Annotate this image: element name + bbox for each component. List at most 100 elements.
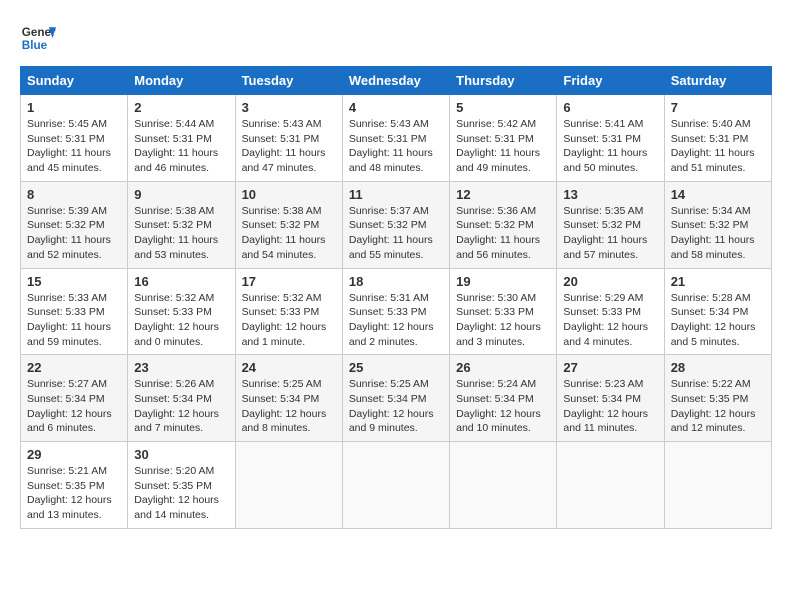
calendar-cell: 26 Sunrise: 5:24 AMSunset: 5:34 PMDaylig…	[450, 355, 557, 442]
calendar-cell: 8 Sunrise: 5:39 AMSunset: 5:32 PMDayligh…	[21, 181, 128, 268]
day-number: 17	[242, 274, 336, 289]
day-number: 16	[134, 274, 228, 289]
day-info: Sunrise: 5:27 AMSunset: 5:34 PMDaylight:…	[27, 378, 112, 434]
day-info: Sunrise: 5:40 AMSunset: 5:31 PMDaylight:…	[671, 118, 755, 174]
day-info: Sunrise: 5:32 AMSunset: 5:33 PMDaylight:…	[134, 292, 219, 348]
day-info: Sunrise: 5:26 AMSunset: 5:34 PMDaylight:…	[134, 378, 219, 434]
day-number: 27	[563, 360, 657, 375]
calendar-week-row: 22 Sunrise: 5:27 AMSunset: 5:34 PMDaylig…	[21, 355, 772, 442]
day-info: Sunrise: 5:35 AMSunset: 5:32 PMDaylight:…	[563, 205, 647, 261]
day-number: 25	[349, 360, 443, 375]
calendar-cell: 18 Sunrise: 5:31 AMSunset: 5:33 PMDaylig…	[342, 268, 449, 355]
calendar-cell: 2 Sunrise: 5:44 AMSunset: 5:31 PMDayligh…	[128, 95, 235, 182]
day-info: Sunrise: 5:38 AMSunset: 5:32 PMDaylight:…	[134, 205, 218, 261]
calendar-cell: 17 Sunrise: 5:32 AMSunset: 5:33 PMDaylig…	[235, 268, 342, 355]
day-info: Sunrise: 5:20 AMSunset: 5:35 PMDaylight:…	[134, 465, 219, 521]
weekday-header-sunday: Sunday	[21, 67, 128, 95]
calendar-cell: 21 Sunrise: 5:28 AMSunset: 5:34 PMDaylig…	[664, 268, 771, 355]
day-info: Sunrise: 5:29 AMSunset: 5:33 PMDaylight:…	[563, 292, 648, 348]
day-number: 24	[242, 360, 336, 375]
day-number: 9	[134, 187, 228, 202]
calendar-cell: 24 Sunrise: 5:25 AMSunset: 5:34 PMDaylig…	[235, 355, 342, 442]
day-info: Sunrise: 5:45 AMSunset: 5:31 PMDaylight:…	[27, 118, 111, 174]
day-info: Sunrise: 5:36 AMSunset: 5:32 PMDaylight:…	[456, 205, 540, 261]
calendar-cell: 16 Sunrise: 5:32 AMSunset: 5:33 PMDaylig…	[128, 268, 235, 355]
day-number: 5	[456, 100, 550, 115]
day-info: Sunrise: 5:43 AMSunset: 5:31 PMDaylight:…	[242, 118, 326, 174]
day-number: 18	[349, 274, 443, 289]
day-number: 29	[27, 447, 121, 462]
page-header: General Blue	[20, 20, 772, 56]
calendar-cell: 7 Sunrise: 5:40 AMSunset: 5:31 PMDayligh…	[664, 95, 771, 182]
calendar-cell: 23 Sunrise: 5:26 AMSunset: 5:34 PMDaylig…	[128, 355, 235, 442]
day-info: Sunrise: 5:42 AMSunset: 5:31 PMDaylight:…	[456, 118, 540, 174]
day-number: 21	[671, 274, 765, 289]
calendar-cell: 15 Sunrise: 5:33 AMSunset: 5:33 PMDaylig…	[21, 268, 128, 355]
calendar-week-row: 8 Sunrise: 5:39 AMSunset: 5:32 PMDayligh…	[21, 181, 772, 268]
calendar-week-row: 15 Sunrise: 5:33 AMSunset: 5:33 PMDaylig…	[21, 268, 772, 355]
day-info: Sunrise: 5:25 AMSunset: 5:34 PMDaylight:…	[242, 378, 327, 434]
day-info: Sunrise: 5:30 AMSunset: 5:33 PMDaylight:…	[456, 292, 541, 348]
day-number: 19	[456, 274, 550, 289]
day-number: 11	[349, 187, 443, 202]
day-number: 10	[242, 187, 336, 202]
svg-text:Blue: Blue	[22, 39, 48, 52]
weekday-header-row: SundayMondayTuesdayWednesdayThursdayFrid…	[21, 67, 772, 95]
calendar-cell: 27 Sunrise: 5:23 AMSunset: 5:34 PMDaylig…	[557, 355, 664, 442]
calendar-cell: 22 Sunrise: 5:27 AMSunset: 5:34 PMDaylig…	[21, 355, 128, 442]
day-info: Sunrise: 5:37 AMSunset: 5:32 PMDaylight:…	[349, 205, 433, 261]
day-number: 1	[27, 100, 121, 115]
day-info: Sunrise: 5:43 AMSunset: 5:31 PMDaylight:…	[349, 118, 433, 174]
weekday-header-thursday: Thursday	[450, 67, 557, 95]
day-info: Sunrise: 5:38 AMSunset: 5:32 PMDaylight:…	[242, 205, 326, 261]
day-number: 12	[456, 187, 550, 202]
calendar-cell	[342, 442, 449, 529]
day-number: 14	[671, 187, 765, 202]
day-number: 22	[27, 360, 121, 375]
day-number: 20	[563, 274, 657, 289]
calendar-week-row: 29 Sunrise: 5:21 AMSunset: 5:35 PMDaylig…	[21, 442, 772, 529]
calendar-cell: 13 Sunrise: 5:35 AMSunset: 5:32 PMDaylig…	[557, 181, 664, 268]
calendar-table: SundayMondayTuesdayWednesdayThursdayFrid…	[20, 66, 772, 529]
day-info: Sunrise: 5:31 AMSunset: 5:33 PMDaylight:…	[349, 292, 434, 348]
calendar-body: 1 Sunrise: 5:45 AMSunset: 5:31 PMDayligh…	[21, 95, 772, 529]
calendar-cell: 4 Sunrise: 5:43 AMSunset: 5:31 PMDayligh…	[342, 95, 449, 182]
day-number: 4	[349, 100, 443, 115]
calendar-cell	[664, 442, 771, 529]
calendar-cell	[557, 442, 664, 529]
calendar-cell	[450, 442, 557, 529]
calendar-cell: 25 Sunrise: 5:25 AMSunset: 5:34 PMDaylig…	[342, 355, 449, 442]
calendar-cell: 28 Sunrise: 5:22 AMSunset: 5:35 PMDaylig…	[664, 355, 771, 442]
calendar-cell: 11 Sunrise: 5:37 AMSunset: 5:32 PMDaylig…	[342, 181, 449, 268]
day-number: 3	[242, 100, 336, 115]
logo: General Blue	[20, 20, 56, 56]
day-number: 7	[671, 100, 765, 115]
day-info: Sunrise: 5:44 AMSunset: 5:31 PMDaylight:…	[134, 118, 218, 174]
day-info: Sunrise: 5:28 AMSunset: 5:34 PMDaylight:…	[671, 292, 756, 348]
day-number: 2	[134, 100, 228, 115]
day-info: Sunrise: 5:22 AMSunset: 5:35 PMDaylight:…	[671, 378, 756, 434]
day-info: Sunrise: 5:33 AMSunset: 5:33 PMDaylight:…	[27, 292, 111, 348]
day-info: Sunrise: 5:24 AMSunset: 5:34 PMDaylight:…	[456, 378, 541, 434]
day-info: Sunrise: 5:34 AMSunset: 5:32 PMDaylight:…	[671, 205, 755, 261]
calendar-cell: 5 Sunrise: 5:42 AMSunset: 5:31 PMDayligh…	[450, 95, 557, 182]
calendar-cell: 12 Sunrise: 5:36 AMSunset: 5:32 PMDaylig…	[450, 181, 557, 268]
calendar-cell: 19 Sunrise: 5:30 AMSunset: 5:33 PMDaylig…	[450, 268, 557, 355]
calendar-cell: 20 Sunrise: 5:29 AMSunset: 5:33 PMDaylig…	[557, 268, 664, 355]
calendar-cell: 9 Sunrise: 5:38 AMSunset: 5:32 PMDayligh…	[128, 181, 235, 268]
weekday-header-tuesday: Tuesday	[235, 67, 342, 95]
day-number: 26	[456, 360, 550, 375]
calendar-cell: 30 Sunrise: 5:20 AMSunset: 5:35 PMDaylig…	[128, 442, 235, 529]
day-info: Sunrise: 5:39 AMSunset: 5:32 PMDaylight:…	[27, 205, 111, 261]
day-number: 15	[27, 274, 121, 289]
day-number: 23	[134, 360, 228, 375]
day-number: 13	[563, 187, 657, 202]
weekday-header-monday: Monday	[128, 67, 235, 95]
day-number: 28	[671, 360, 765, 375]
calendar-cell: 1 Sunrise: 5:45 AMSunset: 5:31 PMDayligh…	[21, 95, 128, 182]
calendar-cell: 6 Sunrise: 5:41 AMSunset: 5:31 PMDayligh…	[557, 95, 664, 182]
day-info: Sunrise: 5:41 AMSunset: 5:31 PMDaylight:…	[563, 118, 647, 174]
weekday-header-saturday: Saturday	[664, 67, 771, 95]
calendar-week-row: 1 Sunrise: 5:45 AMSunset: 5:31 PMDayligh…	[21, 95, 772, 182]
weekday-header-wednesday: Wednesday	[342, 67, 449, 95]
